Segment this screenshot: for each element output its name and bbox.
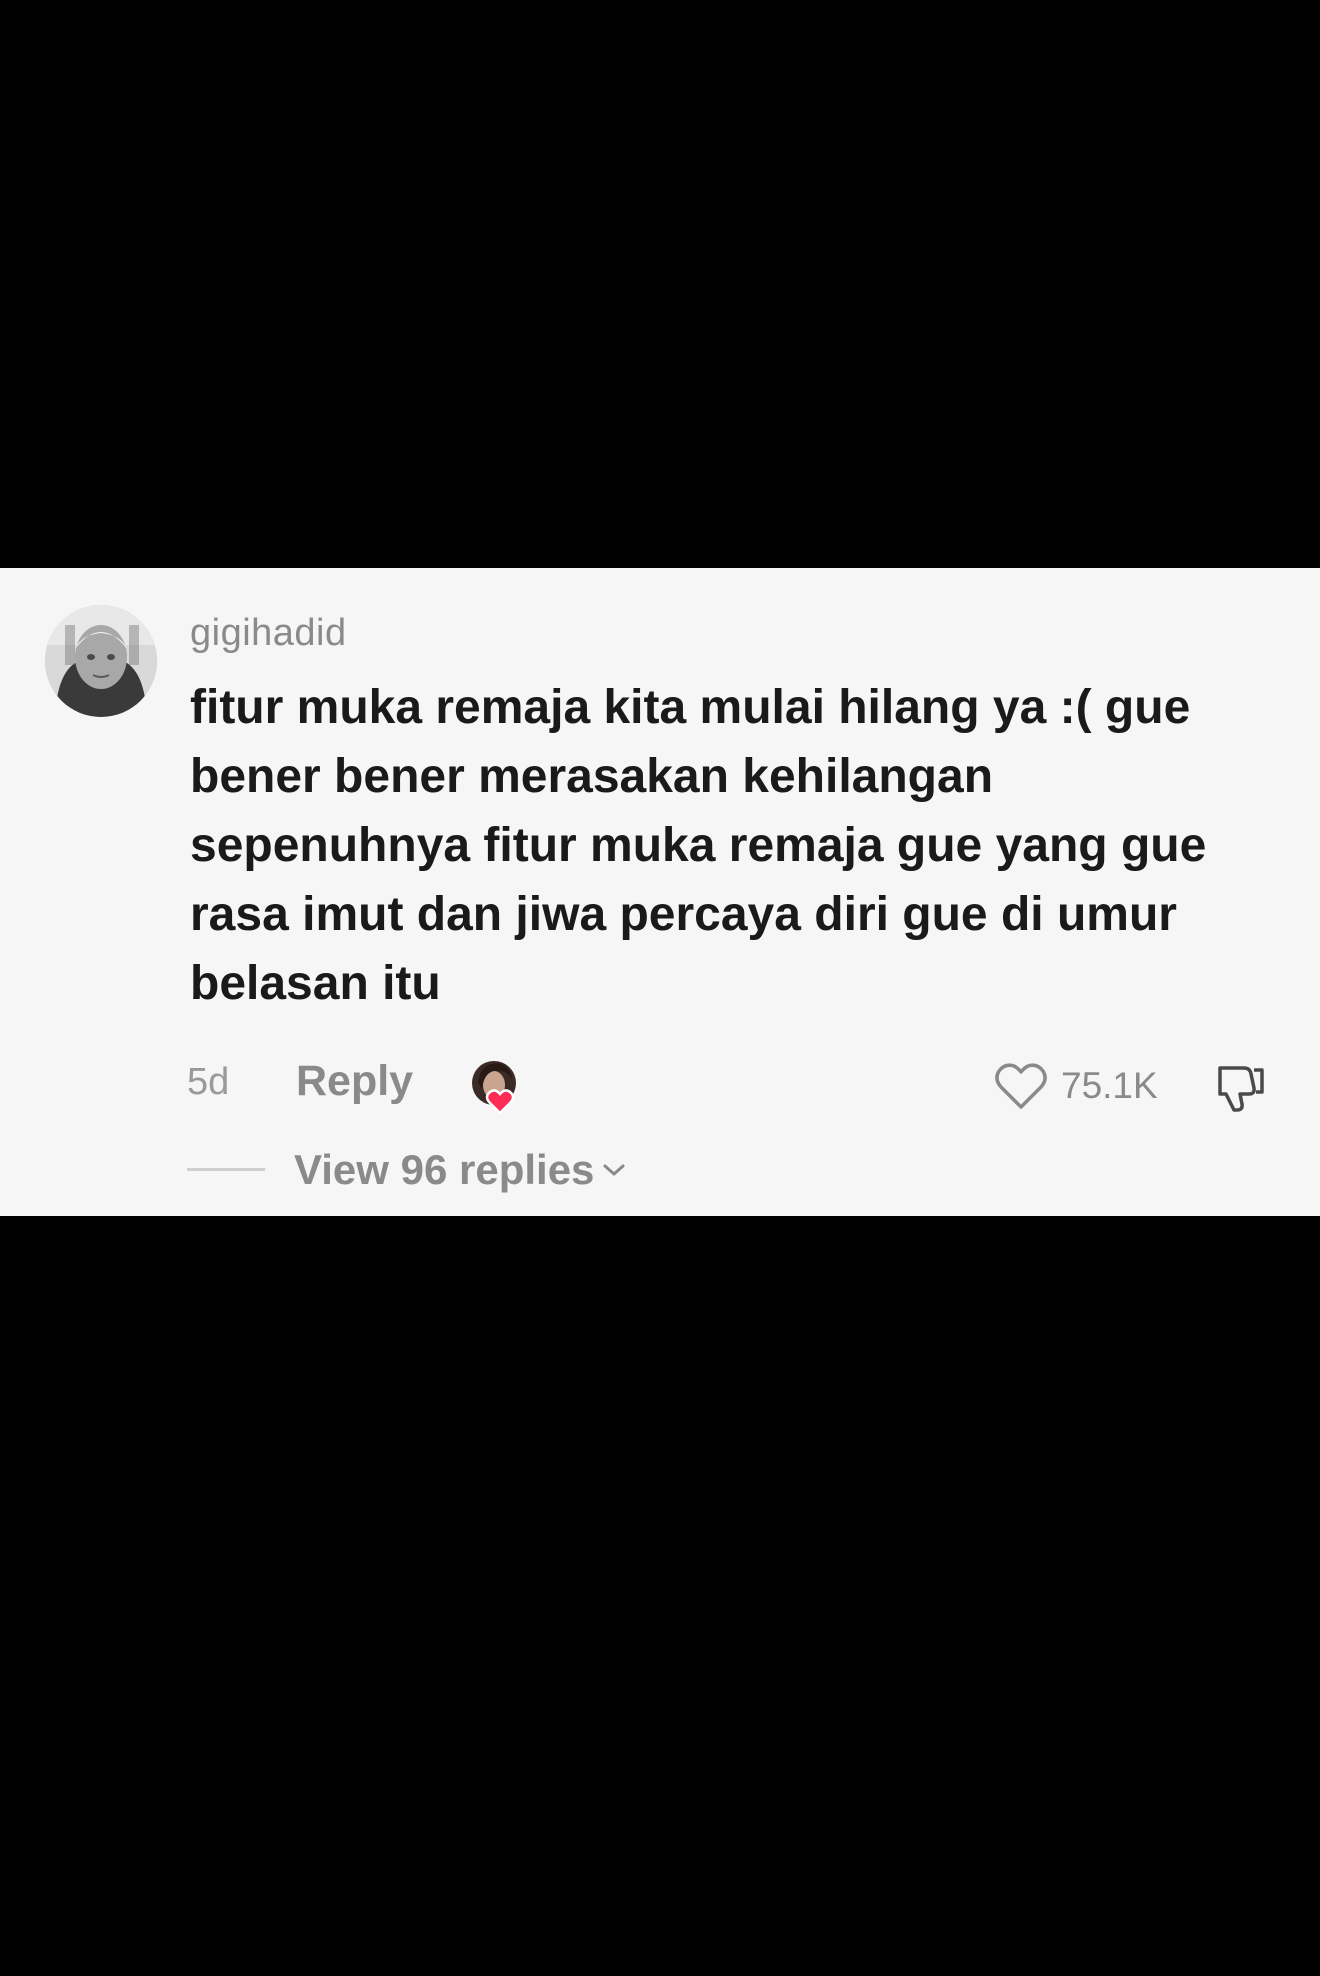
user-avatar[interactable] [45,605,157,717]
heart-outline-icon [995,1063,1047,1109]
comment-text: fitur muka remaja kita mulai hilang ya :… [190,673,1270,1018]
comment-text-line: bener bener merasakan kehilangan [190,750,994,803]
thumbs-down-icon [1218,1066,1264,1112]
comment-age: 5d [187,1061,230,1103]
view-replies-label: View 96 replies [294,1146,595,1193]
comment-text-line: rasa imut dan jiwa percaya diri gue di u… [190,888,1177,941]
reply-button[interactable]: Reply [296,1057,413,1106]
screen: gigihadid fitur muka remaja kita mulai h… [0,0,1320,1976]
comment-text-line: sepenuhnya fitur muka remaja gue yang gu… [190,819,1207,872]
like-button[interactable]: 75.1K [993,1060,1158,1112]
avatar-image [45,605,157,717]
replies-divider [187,1168,265,1171]
comment-text-line: belasan itu [190,957,441,1010]
creator-liked-badge [466,1055,530,1119]
dislike-button[interactable] [1210,1058,1270,1118]
comment-text-line: fitur muka remaja kita mulai hilang ya :… [190,681,1191,734]
chevron-down-icon [603,1164,625,1176]
view-replies-button[interactable]: View 96 replies [294,1146,628,1194]
comment-username[interactable]: gigihadid [190,612,347,655]
like-count: 75.1K [1061,1065,1158,1106]
